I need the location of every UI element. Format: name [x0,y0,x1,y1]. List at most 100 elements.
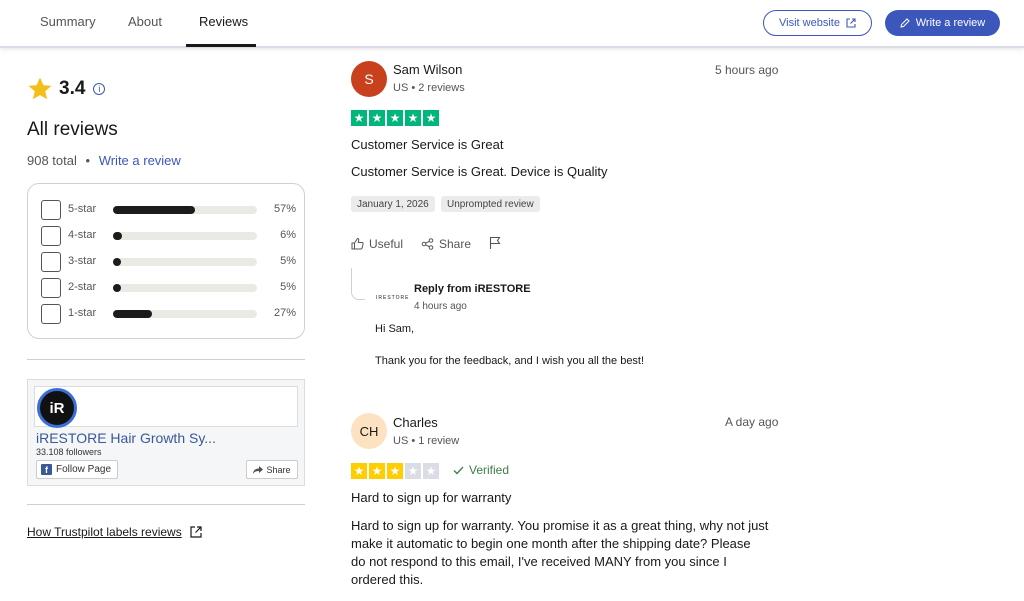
percent-label: 27% [273,307,296,319]
bar-track [113,232,257,240]
reviewer-avatar[interactable]: S [351,61,387,97]
reply-text: Thank you for the feedback, and I wish y… [375,355,645,367]
useful-button[interactable]: Useful [351,237,403,251]
percent-label: 57% [273,203,296,215]
tab-summary[interactable]: Summary [40,14,96,29]
useful-label: Useful [369,237,404,251]
share-arrow-icon [253,465,264,474]
filter-checkbox[interactable] [41,226,61,246]
star-icon: ★ [387,110,403,126]
bar-fill [113,206,196,214]
write-review-button[interactable]: Write a review [885,10,1000,36]
reply-greeting: Hi Sam, [375,323,415,335]
follow-page-label: Follow Page [56,464,112,475]
info-icon[interactable]: i [93,83,106,95]
star-icon: ★ [351,110,367,126]
star-icon: ★ [351,463,367,479]
star-icon: ★ [405,110,421,126]
filter-checkbox[interactable] [41,200,61,220]
flag-icon [489,236,501,249]
pencil-icon [900,18,910,28]
star-icon: ★ [423,110,439,126]
reviewer-name[interactable]: Sam Wilson [393,62,462,77]
distribution-row-3[interactable]: 3-star 5% [41,252,296,272]
review-date-chip: January 1, 2026 [351,196,435,212]
reviewer-meta: US • 1 review [393,435,460,447]
bar-fill [113,310,152,318]
review-body-line: Hard to sign up for warranty. You promis… [351,518,769,533]
follow-page-button[interactable]: f Follow Page [36,460,118,479]
verified-badge[interactable]: Verified [453,463,509,477]
bar-track [113,310,257,318]
review-stars: ★ ★ ★ ★ ★ [351,463,439,479]
review-total: 908 total [27,153,77,168]
divider [27,359,305,360]
bar-fill [113,258,121,266]
review-time: 5 hours ago [715,63,779,77]
share-label: Share [439,237,472,251]
review-title[interactable]: Hard to sign up for warranty [351,490,511,505]
distribution-row-5[interactable]: 5-star 57% [41,200,296,220]
write-review-link[interactable]: Write a review [99,153,181,168]
star-icon: ★ [387,463,403,479]
distribution-row-4[interactable]: 4-star 6% [41,226,296,246]
top-navigation: Summary About Reviews Visit website Writ… [0,0,1024,48]
reply-from: Reply from iRESTORE [414,283,531,295]
facebook-followers: 33,108 followers [36,447,102,455]
reply-connector [351,268,365,300]
rating-value: 3.4 [59,78,86,99]
star-icon: ★ [405,463,421,479]
filter-checkbox[interactable] [41,304,61,324]
share-button[interactable]: Share [421,237,471,251]
external-link-icon [846,18,856,28]
percent-label: 5% [280,255,296,267]
reviewer-name[interactable]: Charles [393,415,438,430]
bar-fill [113,232,122,240]
unprompted-chip: Unprompted review [441,196,540,212]
total-row: 908 total • Write a review [27,153,181,168]
tab-about[interactable]: About [128,14,162,29]
review-time: A day ago [725,415,779,429]
filter-checkbox[interactable] [41,252,61,272]
facebook-share-label: Share [266,464,291,475]
report-flag-button[interactable] [489,236,501,249]
facebook-share-button[interactable]: Share [246,460,298,479]
star-label: 5-star [68,203,97,215]
review-body-line: do not respond to this email, I've recei… [351,554,727,569]
bar-track [113,258,257,266]
review-title[interactable]: Customer Service is Great [351,137,503,152]
bar-track [113,206,257,214]
star-icon: ★ [369,110,385,126]
reviewer-avatar[interactable]: CH [351,413,387,449]
star-label: 2-star [68,281,97,293]
tab-reviews[interactable]: Reviews [199,14,248,29]
distribution-row-1[interactable]: 1-star 27% [41,304,296,324]
facebook-page-widget: iR iRESTORE Hair Growth Sy... 33,108 fol… [27,379,305,486]
bar-fill [113,284,121,292]
irestore-logo[interactable]: iR [37,388,77,428]
percent-label: 6% [280,229,296,241]
divider [27,504,305,505]
labels-link-text: How Trustpilot labels reviews [27,525,182,539]
visit-website-label: Visit website [779,17,840,29]
star-label: 3-star [68,255,97,267]
star-icon: ★ [423,463,439,479]
star-icon: ★ [369,463,385,479]
review-stars: ★ ★ ★ ★ ★ [351,110,439,126]
visit-website-button[interactable]: Visit website [763,10,872,36]
review-body-line: make it automatic to begin one month aft… [351,536,751,551]
rating-distribution: 5-star 57% 4-star 6% 3-star 5% 2-star 5%… [27,183,305,339]
review-body: Hard to sign up for warranty. You promis… [351,517,768,589]
star-label: 1-star [68,307,97,319]
distribution-row-2[interactable]: 2-star 5% [41,278,296,298]
percent-label: 5% [280,281,296,293]
star-icon [28,77,52,100]
review-body-line: ordered this. [351,572,424,587]
facebook-page-name[interactable]: iRESTORE Hair Growth Sy... [36,430,216,446]
write-review-label: Write a review [915,17,986,29]
reviewer-meta: US • 2 reviews [393,82,465,94]
company-reply-logo: IRESTORE [376,295,410,301]
external-link-icon [190,526,202,538]
filter-checkbox[interactable] [41,278,61,298]
trustpilot-labels-link[interactable]: How Trustpilot labels reviews [27,525,202,539]
